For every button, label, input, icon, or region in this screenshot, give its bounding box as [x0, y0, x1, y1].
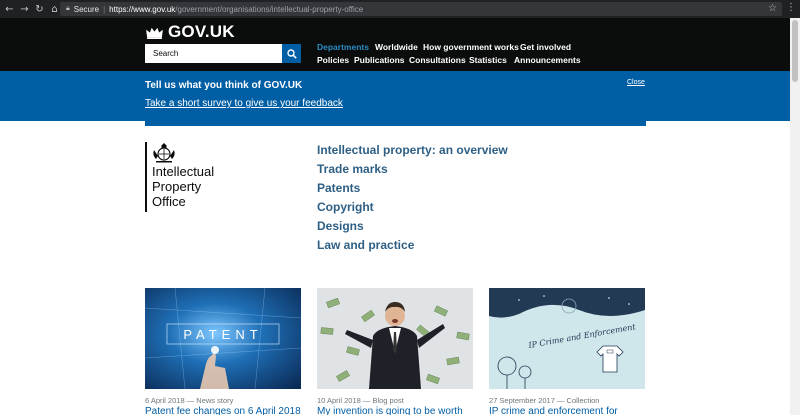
browser-menu-icon[interactable]: ⋮ [786, 2, 796, 13]
topic-link-law-and-practice[interactable]: Law and practice [317, 238, 414, 252]
topic-link-copyright[interactable]: Copyright [317, 200, 374, 214]
url-path: /government/organisations/intellectual-p… [175, 4, 364, 14]
organisation-name-line: Office [152, 194, 186, 209]
nav-consultations[interactable]: Consultations [409, 55, 466, 65]
survey-title: Tell us what you think of GOV.UK [145, 80, 303, 91]
card-title-link[interactable]: My invention is going to be worth [317, 406, 463, 415]
survey-link[interactable]: Take a short survey to give us your feed… [145, 98, 343, 109]
search-input[interactable]: Search [145, 44, 282, 63]
browser-toolbar: ← → ↻ ⌂ 🔒︎ Secure | https://www.gov.uk/g… [0, 0, 800, 18]
card-title-link[interactable]: IP crime and enforcement for [489, 406, 618, 415]
search-icon [286, 48, 297, 59]
crown-icon [146, 27, 163, 39]
topic-link-designs[interactable]: Designs [317, 219, 364, 233]
man-with-money-image [317, 288, 473, 389]
nav-departments[interactable]: Departments [317, 42, 369, 52]
scrollbar-thumb[interactable] [792, 20, 798, 82]
card-image-invention[interactable] [317, 288, 473, 389]
nav-get-involved[interactable]: Get involved [520, 42, 571, 52]
royal-crest-icon [153, 143, 175, 163]
search-button[interactable] [282, 44, 301, 63]
nav-worldwide[interactable]: Worldwide [375, 42, 418, 52]
secure-label: Secure [73, 4, 100, 14]
nav-announcements[interactable]: Announcements [514, 55, 581, 65]
nav-publications[interactable]: Publications [354, 55, 405, 65]
page-viewport: GOV.UK Search Departments Worldwide How … [0, 18, 790, 415]
ip-crime-illustration: IP Crime and Enforcement [489, 288, 645, 389]
page-scrollbar[interactable] [790, 18, 800, 415]
address-bar[interactable]: 🔒︎ Secure | https://www.gov.uk/governmen… [60, 2, 782, 16]
patent-image: PATENT [145, 288, 301, 389]
url-separator: | [103, 4, 106, 14]
reload-icon[interactable]: ↻ [32, 0, 47, 18]
bookmark-star-icon[interactable]: ☆ [768, 3, 777, 14]
topic-link-patents[interactable]: Patents [317, 181, 360, 195]
forward-icon[interactable]: → [17, 0, 32, 18]
organisation-name-line: Property [152, 179, 202, 194]
card-meta: 10 April 2018 — Blog post [317, 396, 404, 405]
nav-how-government-works[interactable]: How government works [423, 42, 519, 52]
survey-close-link[interactable]: Close [627, 79, 645, 86]
organisation-name-line: Intellectual [152, 164, 215, 179]
card-meta: 6 April 2018 — News story [145, 396, 234, 405]
card-title-link[interactable]: Patent fee changes on 6 April 2018 [145, 406, 301, 415]
topic-link-ip-overview[interactable]: Intellectual property: an overview [317, 143, 508, 157]
govuk-header: GOV.UK Search Departments Worldwide How … [0, 18, 790, 71]
nav-policies[interactable]: Policies [317, 55, 349, 65]
lock-icon: 🔒︎ [66, 5, 70, 12]
card-image-ip-crime[interactable]: IP Crime and Enforcement [489, 288, 645, 389]
nav-statistics[interactable]: Statistics [469, 55, 507, 65]
organisation-colour-bar [145, 121, 646, 126]
url-host: https://www.gov.uk [109, 4, 176, 14]
organisation-name: Intellectual Property Office [152, 164, 214, 209]
organisation-logo[interactable]: Intellectual Property Office [145, 142, 235, 212]
topic-link-trade-marks[interactable]: Trade marks [317, 162, 388, 176]
survey-banner: Tell us what you think of GOV.UK Take a … [0, 71, 790, 121]
govuk-logotype[interactable]: GOV.UK [168, 22, 235, 42]
back-icon[interactable]: ← [2, 0, 17, 18]
patent-image-text: PATENT [183, 327, 262, 342]
card-meta: 27 September 2017 — Collection [489, 396, 600, 405]
card-image-patent[interactable]: PATENT [145, 288, 301, 389]
